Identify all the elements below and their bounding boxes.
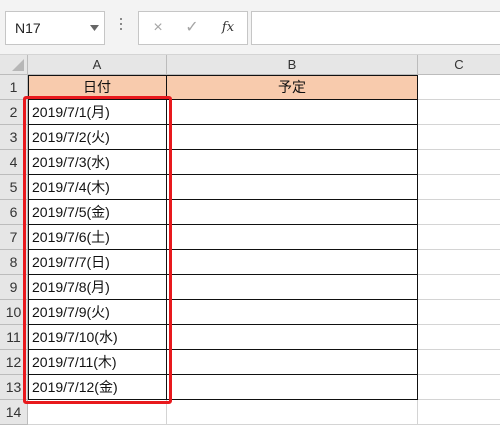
- table-border: [28, 75, 418, 76]
- cell[interactable]: [418, 400, 500, 425]
- cell-plan[interactable]: [167, 175, 418, 200]
- cell[interactable]: [418, 275, 500, 300]
- cell-plan[interactable]: [167, 375, 418, 400]
- cell[interactable]: [418, 150, 500, 175]
- cell[interactable]: [418, 300, 500, 325]
- spreadsheet-grid[interactable]: A B C 1 日付 予定 2 2019/7/1(月) 3 2019/7/2(火) 4 2…: [0, 55, 500, 425]
- formula-bar-area: N17 × ✓ fx: [0, 0, 500, 54]
- cell-plan[interactable]: [167, 150, 418, 175]
- cell-plan[interactable]: [167, 100, 418, 125]
- date-column-highlight: [23, 96, 172, 404]
- row-header[interactable]: 14: [0, 400, 28, 425]
- cell[interactable]: [418, 325, 500, 350]
- select-all-button[interactable]: [0, 55, 28, 75]
- cell[interactable]: [167, 400, 418, 425]
- cell-plan[interactable]: [167, 325, 418, 350]
- name-box[interactable]: N17: [5, 11, 105, 45]
- cell-plan[interactable]: [167, 200, 418, 225]
- cell-plan[interactable]: [167, 300, 418, 325]
- enter-icon[interactable]: ✓: [175, 12, 209, 44]
- cell[interactable]: [418, 375, 500, 400]
- cell[interactable]: [418, 350, 500, 375]
- cell-plan[interactable]: [167, 225, 418, 250]
- cancel-icon[interactable]: ×: [141, 12, 175, 44]
- cell-plan-header[interactable]: 予定: [167, 75, 418, 100]
- cell-plan[interactable]: [167, 350, 418, 375]
- column-header-c[interactable]: C: [418, 55, 500, 75]
- column-header-a[interactable]: A: [28, 55, 167, 75]
- formula-input[interactable]: [251, 11, 500, 45]
- cell[interactable]: [418, 75, 500, 100]
- cell[interactable]: [418, 200, 500, 225]
- name-box-value: N17: [15, 20, 41, 36]
- cell-plan[interactable]: [167, 275, 418, 300]
- chevron-down-icon[interactable]: [90, 25, 99, 31]
- cell[interactable]: [418, 225, 500, 250]
- column-header-b[interactable]: B: [167, 55, 418, 75]
- cell[interactable]: [418, 125, 500, 150]
- cell[interactable]: [418, 100, 500, 125]
- insert-function-icon[interactable]: fx: [211, 12, 245, 44]
- drag-handle-icon[interactable]: [120, 18, 123, 33]
- cell[interactable]: [418, 250, 500, 275]
- select-all-icon: [12, 59, 24, 71]
- formula-buttons: × ✓ fx: [138, 11, 248, 45]
- cell-plan[interactable]: [167, 125, 418, 150]
- cell-plan[interactable]: [167, 250, 418, 275]
- cell[interactable]: [418, 175, 500, 200]
